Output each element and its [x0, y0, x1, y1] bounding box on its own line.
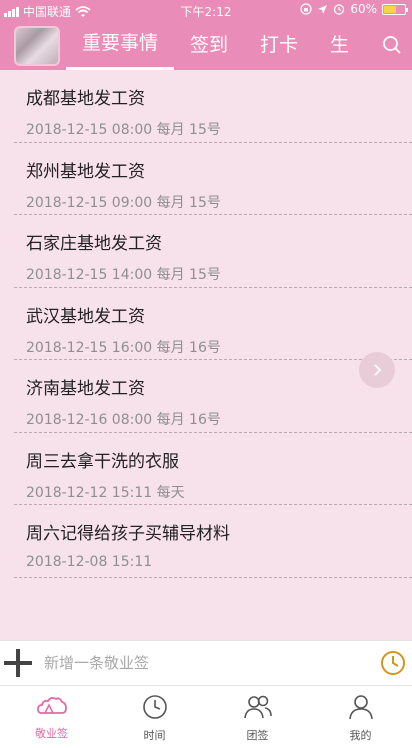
- battery-fill: [384, 5, 396, 13]
- tab-0[interactable]: 重要事情: [66, 20, 175, 70]
- list-item[interactable]: 郑州基地发工资 2018-12-15 09:00 每月 15号: [14, 143, 412, 215]
- search-button[interactable]: [372, 20, 412, 70]
- battery-percent: 60%: [350, 2, 377, 16]
- item-meta: 2018-12-15 08:00 每月 15号: [26, 122, 221, 138]
- person-icon: [348, 694, 374, 724]
- item-title: 郑州基地发工资: [26, 161, 145, 182]
- next-page-button[interactable]: [359, 352, 395, 388]
- search-icon: [383, 36, 401, 54]
- list-item[interactable]: 济南基地发工资 2018-12-16 08:00 每月 16号: [14, 360, 412, 433]
- reminder-list: 成都基地发工资 2018-12-15 08:00 每月 15号郑州基地发工资 201…: [0, 70, 412, 640]
- new-note-input[interactable]: [36, 641, 372, 685]
- alarm-icon: [334, 4, 345, 15]
- nav-label: 我的: [349, 729, 372, 742]
- item-title: 济南基地发工资: [26, 379, 145, 399]
- item-meta: 2018-12-16 08:00 每月 16号: [26, 412, 221, 428]
- team-icon: [243, 694, 272, 724]
- clock-icon: [381, 651, 405, 675]
- nav-item-3[interactable]: 我的: [309, 686, 412, 748]
- cloud-icon: [36, 694, 67, 722]
- item-meta: 2018-12-15 16:00 每月 16号: [26, 339, 221, 356]
- bottom-nav: 敬业签 时间 团签 我的: [0, 686, 412, 748]
- nav-item-1[interactable]: 时间: [103, 686, 206, 748]
- nav-item-2[interactable]: 团签: [206, 686, 309, 748]
- add-button[interactable]: [0, 641, 36, 685]
- item-title: 成都基地发工资: [26, 89, 145, 109]
- status-bar: 中国联通 下午2:12 60%: [0, 0, 412, 20]
- plus-icon: [4, 649, 32, 677]
- chevron-right-icon: [374, 364, 382, 376]
- item-meta: 2018-12-15 09:00 每月 15号: [26, 194, 221, 211]
- battery-icon: [382, 3, 408, 15]
- list-item[interactable]: 周六记得给孩子买辅导材料 2018-12-08 15:11: [14, 505, 412, 578]
- list-item[interactable]: 石家庄基地发工资 2018-12-15 14:00 每月 15号: [14, 215, 412, 288]
- item-title: 石家庄基地发工资: [26, 234, 162, 254]
- nav-item-0[interactable]: 敬业签: [0, 686, 103, 748]
- tab-1[interactable]: 签到: [174, 20, 244, 70]
- reminder-time-button[interactable]: [378, 648, 408, 678]
- item-title: 周六记得给孩子买辅导材料: [26, 524, 230, 544]
- item-title: 周三去拿干洗的衣服: [26, 451, 179, 472]
- list-item[interactable]: 武汉基地发工资 2018-12-15 16:00 每月 16号: [14, 288, 412, 360]
- header: 重要事情 签到 打卡生: [0, 20, 412, 70]
- item-meta: 2018-12-15 14:00 每月 15号: [26, 267, 221, 283]
- item-title: 武汉基地发工资: [26, 306, 145, 327]
- avatar[interactable]: [14, 26, 60, 66]
- nav-label: 敬业签: [35, 727, 68, 740]
- list-item[interactable]: 周三去拿干洗的衣服 2018-12-12 15:11 每天: [14, 433, 412, 505]
- lock-rotation-icon: [300, 3, 312, 15]
- nav-label: 时间: [143, 729, 166, 742]
- list-item[interactable]: 成都基地发工资 2018-12-15 08:00 每月 15号: [14, 70, 412, 143]
- item-meta: 2018-12-08 15:11: [26, 554, 153, 570]
- tab-2[interactable]: 打卡: [244, 20, 314, 70]
- tab-3[interactable]: 生: [314, 20, 365, 70]
- tab-bar: 重要事情 签到 打卡生: [66, 20, 365, 70]
- input-bar: [0, 640, 412, 686]
- clock-icon: [142, 694, 168, 724]
- location-icon: [318, 4, 328, 14]
- status-right: 60%: [300, 2, 408, 16]
- nav-label: 团签: [246, 729, 269, 742]
- item-meta: 2018-12-12 15:11 每天: [26, 484, 185, 501]
